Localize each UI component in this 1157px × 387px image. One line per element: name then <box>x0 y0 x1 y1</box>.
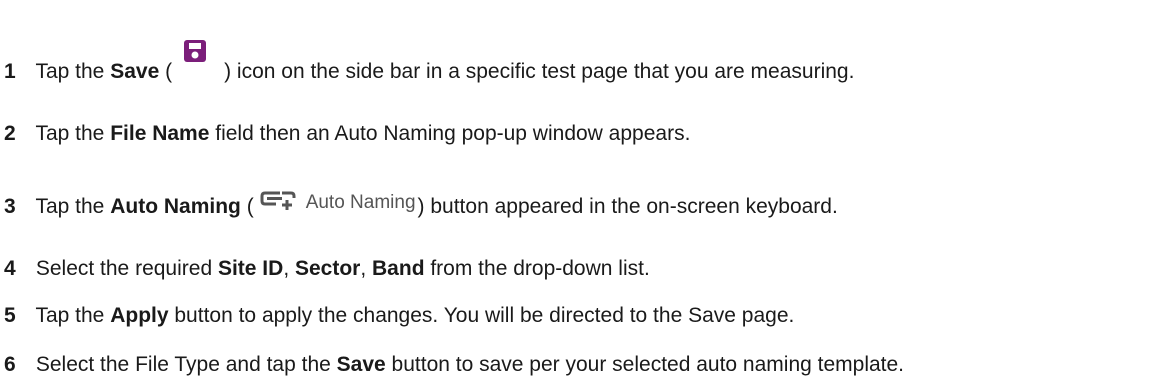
step-text: field then an Auto Naming pop-up window … <box>209 122 691 145</box>
step-text: button to apply the changes. You will be… <box>168 304 795 327</box>
step-text: Select the File Type and tap the <box>35 353 337 376</box>
step-keyword: Apply <box>110 304 169 327</box>
step-text: Select the required <box>35 257 218 280</box>
step-number: 5 <box>4 304 16 327</box>
step-keyword: Sector <box>294 257 361 280</box>
step-text: from the drop-down list. <box>424 257 650 280</box>
step-text: ( <box>159 60 173 83</box>
step-number: 6 <box>4 353 16 376</box>
step-number: 1 <box>4 60 16 83</box>
auto-naming-button-image: Auto Naming <box>260 189 416 216</box>
auto-naming-icon <box>260 191 296 210</box>
step-keyword: Site ID <box>217 257 284 280</box>
step-keyword: Save <box>336 353 386 376</box>
auto-naming-label: Auto Naming <box>305 192 416 213</box>
step-keyword: Save <box>110 60 160 83</box>
step-number: 2 <box>4 122 16 145</box>
step-text: Tap the <box>35 60 111 83</box>
step-text: ( <box>240 195 254 218</box>
step-number: 3 <box>4 195 16 218</box>
step-text: , <box>360 257 373 280</box>
step-text: button to save per your selected auto na… <box>385 353 905 376</box>
step-text: Tap the <box>35 304 111 327</box>
step-text: ) button appeared in the on-screen keybo… <box>417 195 838 218</box>
step-2: 2 Tap the File Name field then an Auto N… <box>4 121 690 147</box>
step-4: 4 Select the required Site ID, Sector, B… <box>4 256 650 282</box>
step-5: 5 Tap the Apply button to apply the chan… <box>4 303 794 329</box>
step-text: Tap the <box>35 195 111 218</box>
step-text: ) icon on the side bar in a specific tes… <box>224 60 855 83</box>
step-text: Tap the <box>35 122 111 145</box>
step-text: , <box>283 257 295 280</box>
step-6: 6 Select the File Type and tap the Save … <box>4 352 904 378</box>
step-keyword: File Name <box>110 122 210 145</box>
step-keyword: Band <box>372 257 425 280</box>
save-icon <box>184 40 207 62</box>
step-number: 4 <box>4 257 16 280</box>
step-1: 1 Tap the Save ( ) icon on the side bar … <box>4 40 855 85</box>
step-3: 3 Tap the Auto Naming ( Auto Naming) but… <box>4 191 838 221</box>
step-keyword: Auto Naming <box>110 195 241 218</box>
